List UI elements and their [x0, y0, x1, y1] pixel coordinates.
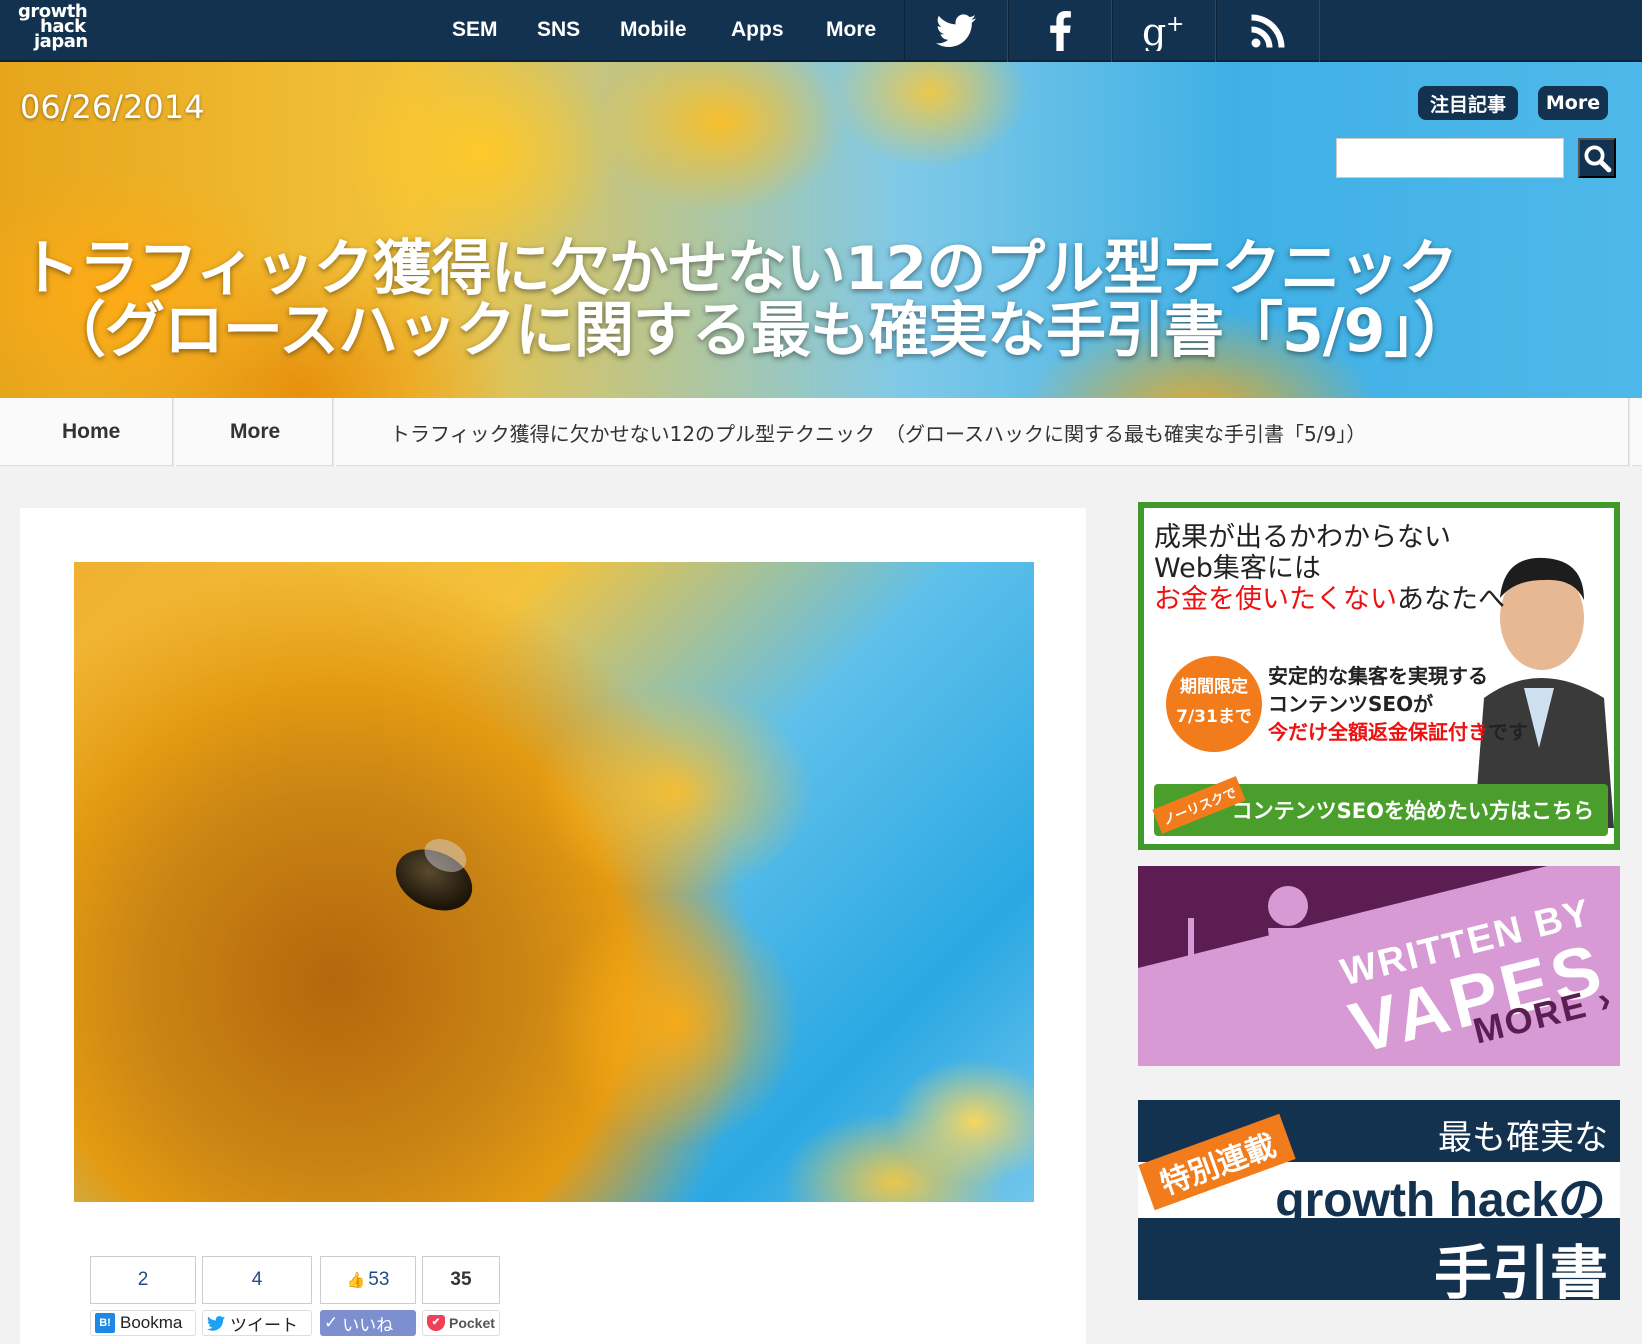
badge-line-1: 期間限定 — [1180, 677, 1248, 697]
article-featured-image — [74, 562, 1034, 1202]
breadcrumb: Home More トラフィック獲得に欠かせない12のプル型テクニック （グロー… — [0, 398, 1642, 466]
written-by-vapes-banner[interactable]: WRITTEN BY VAPES MORE › — [1138, 866, 1620, 1066]
ad-subcopy-emphasis: 今だけ全額返金保証付き — [1268, 720, 1488, 744]
banner-title-line-2: growth hackの — [1275, 1174, 1606, 1227]
ad-cta-label: コンテンツSEOを始めたい方はこちら — [1231, 799, 1594, 823]
breadcrumb-home[interactable]: Home — [62, 398, 120, 466]
like-button[interactable]: ✓ いいね — [320, 1310, 416, 1336]
like-count-box: 👍 53 — [320, 1256, 416, 1304]
google-plus-icon: g + — [1142, 11, 1184, 51]
search-input[interactable] — [1336, 138, 1564, 178]
nav-item-more[interactable]: More — [826, 18, 876, 42]
no-risk-ribbon: ノーリスクで — [1152, 776, 1246, 834]
svg-text:g: g — [1142, 11, 1166, 51]
nav-item-mobile[interactable]: Mobile — [620, 18, 687, 42]
hatena-icon: B! — [95, 1313, 115, 1333]
featured-articles-button[interactable]: 注目記事 — [1418, 86, 1518, 120]
google-plus-link[interactable]: g + — [1112, 0, 1216, 62]
article-title-line-2: （グロースハックに関する最も確実な手引書「5/9」） — [46, 296, 1473, 366]
breadcrumb-current: トラフィック獲得に欠かせない12のプル型テクニック （グロースハックに関する最も… — [390, 421, 1367, 446]
pocket-icon: ✔ — [427, 1315, 445, 1331]
limited-time-badge: 期間限定 7/31まで — [1166, 656, 1262, 752]
twitter-icon — [936, 14, 976, 48]
pocket-button[interactable]: ✔ Pocket — [422, 1310, 500, 1336]
ad-headline: 成果が出るかわからない Web集客には お金を使いたくないあなたへ — [1154, 522, 1505, 615]
twitter-link[interactable] — [904, 0, 1008, 62]
nav-item-sem[interactable]: SEM — [452, 18, 498, 42]
breadcrumb-more[interactable]: More — [230, 398, 280, 466]
nav-item-apps[interactable]: Apps — [731, 18, 784, 42]
ad-subcopy-line-1: 安定的な集客を実現する — [1268, 664, 1488, 688]
nav-item-sns[interactable]: SNS — [537, 18, 580, 42]
rss-icon — [1251, 14, 1285, 48]
breadcrumb-divider — [172, 398, 176, 466]
ad-headline-line-3: お金を使いたくないあなたへ — [1154, 584, 1505, 615]
like-count: 53 — [368, 1269, 390, 1290]
ad-headline-line-2: Web集客には — [1154, 553, 1321, 584]
facebook-icon — [1050, 11, 1071, 51]
ad-headline-line-1: 成果が出るかわからない — [1154, 522, 1451, 553]
article-title: トラフィック獲得に欠かせない12のプル型テクニック （グロースハックに関する最も… — [20, 238, 1620, 362]
hero-banner: 06/26/2014 注目記事 More トラフィック獲得に欠かせない12のプル… — [0, 62, 1642, 398]
logo-line-3: japan — [34, 31, 88, 52]
like-label: いいね — [342, 1315, 394, 1335]
article-body: 2 B! Bookma 4 ツイート 👍 53 ✓ いいね 35 ✔ Pocke… — [20, 508, 1086, 1344]
site-logo[interactable]: growth hack japan — [18, 3, 96, 58]
tweet-label: ツイート — [230, 1315, 298, 1335]
ad-subcopy-tail: です — [1488, 720, 1528, 744]
person-at-desk-icon — [1158, 886, 1328, 1052]
twitter-small-icon — [207, 1315, 225, 1331]
top-navigation-bar: growth hack japan SEM SNS Mobile Apps Mo… — [0, 0, 1642, 62]
thumbs-up-icon: 👍 — [346, 1272, 366, 1289]
banner-title-line-1: 最も確実な — [1438, 1118, 1608, 1158]
rss-link[interactable] — [1216, 0, 1320, 62]
ad-headline-emphasis: お金を使いたくない — [1154, 584, 1397, 615]
article-title-line-1: トラフィック獲得に欠かせない12のプル型テクニック — [20, 234, 1458, 304]
pocket-count: 35 — [422, 1256, 500, 1304]
content-seo-ad-banner[interactable]: 成果が出るかわからない Web集客には お金を使いたくないあなたへ 期間限定 7… — [1138, 502, 1620, 850]
ad-headline-tail: あなたへ — [1397, 584, 1505, 615]
bee-illustration — [385, 837, 483, 923]
hatena-bookmark-button[interactable]: B! Bookma — [90, 1310, 196, 1336]
facebook-link[interactable] — [1008, 0, 1112, 62]
ad-subcopy-line-3: 今だけ全額返金保証付きです — [1268, 718, 1528, 746]
hatena-label: Bookma — [120, 1313, 183, 1332]
tweet-button[interactable]: ツイート — [202, 1310, 312, 1336]
banner-title-line-3: 手引書 — [1433, 1239, 1608, 1300]
tweet-count: 4 — [202, 1256, 312, 1304]
growth-hack-guide-banner[interactable]: 最も確実な growth hackの 手引書 特別連載 — [1138, 1100, 1620, 1300]
pocket-label: Pocket — [449, 1315, 495, 1331]
badge-line-2: 7/31まで — [1176, 707, 1252, 727]
svg-text:+: + — [1166, 12, 1184, 37]
check-icon: ✓ — [324, 1313, 339, 1332]
hatena-count: 2 — [90, 1256, 196, 1304]
post-date: 06/26/2014 — [20, 88, 205, 126]
breadcrumb-divider — [1628, 398, 1632, 466]
hero-more-button[interactable]: More — [1538, 86, 1608, 120]
ad-subcopy: 安定的な集客を実現する コンテンツSEOが 今だけ全額返金保証付きです — [1268, 662, 1528, 746]
search-icon — [1584, 145, 1612, 173]
breadcrumb-divider — [332, 398, 336, 466]
ad-subcopy-line-2: コンテンツSEOが — [1268, 692, 1434, 716]
ad-cta-button[interactable]: ノーリスクで コンテンツSEOを始めたい方はこちら — [1152, 776, 1608, 836]
search-button[interactable] — [1578, 138, 1616, 178]
